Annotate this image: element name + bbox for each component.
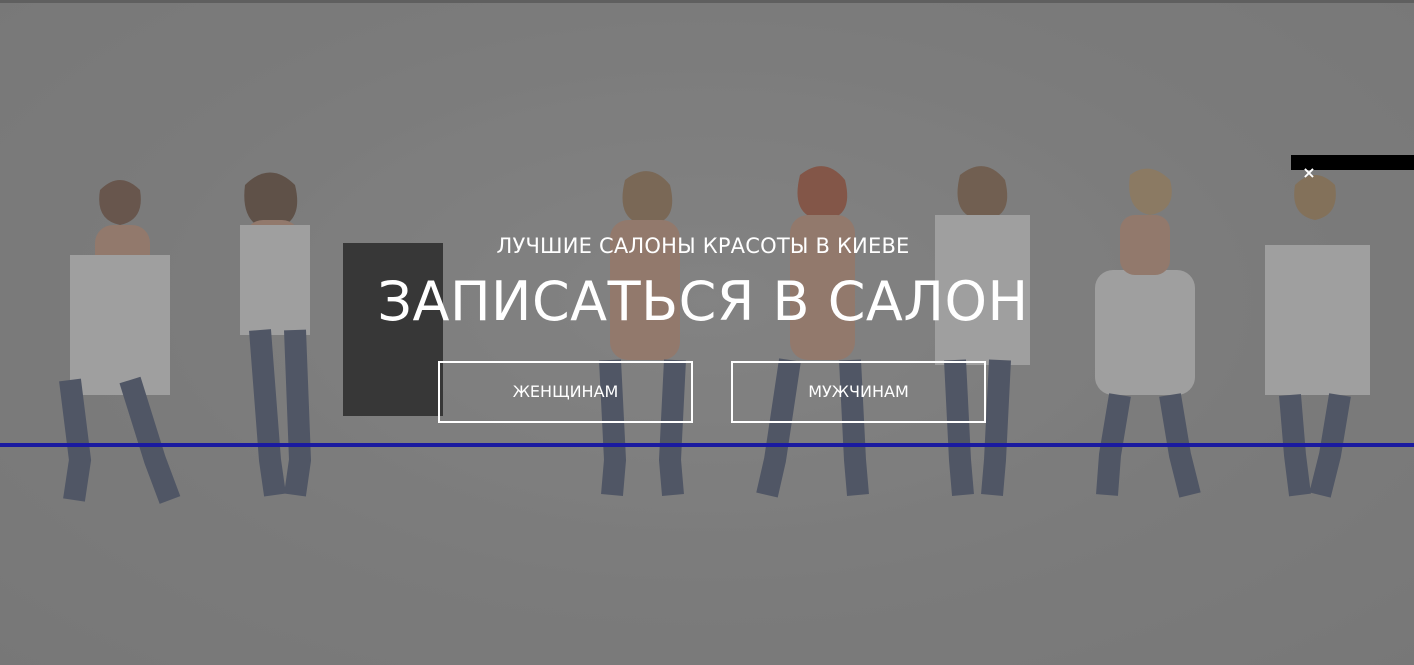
- hero-subtitle: ЛУЧШИЕ САЛОНЫ КРАСОТЫ В КИЕВЕ: [496, 234, 910, 258]
- women-button[interactable]: ЖЕНЩИНАМ: [438, 361, 693, 423]
- men-button[interactable]: МУЖЧИНАМ: [731, 361, 986, 423]
- accent-line: [0, 443, 1414, 447]
- hero-title: ЗАПИСАТЬСЯ В САЛОН: [377, 270, 1029, 333]
- close-icon[interactable]: ×: [1300, 164, 1318, 182]
